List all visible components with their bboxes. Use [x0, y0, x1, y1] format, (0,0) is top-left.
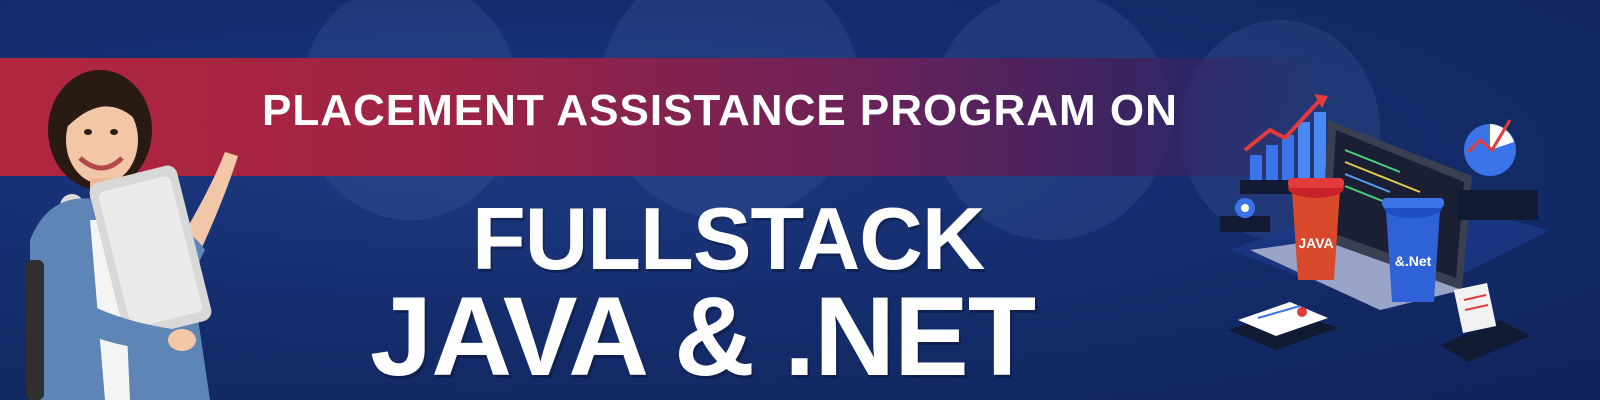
gear-icon — [1220, 198, 1270, 232]
course-title-line2: JAVA & .NET — [370, 274, 1036, 399]
tech-illustration: JAVA &.Net — [1220, 94, 1550, 362]
java-cup-label: JAVA — [1298, 235, 1333, 251]
dotnet-cup-icon: &.Net — [1382, 198, 1444, 302]
student-illustration — [26, 70, 238, 400]
document-icon — [1228, 302, 1338, 350]
dotnet-cup-label: &.Net — [1395, 253, 1432, 269]
program-subtitle: PLACEMENT ASSISTANCE PROGRAM ON — [262, 86, 1178, 135]
promo-banner: PLACEMENT ASSISTANCE PROGRAM ON FULLSTAC… — [0, 0, 1600, 400]
pie-chart-icon — [1458, 119, 1538, 220]
checklist-icon — [1440, 282, 1530, 362]
